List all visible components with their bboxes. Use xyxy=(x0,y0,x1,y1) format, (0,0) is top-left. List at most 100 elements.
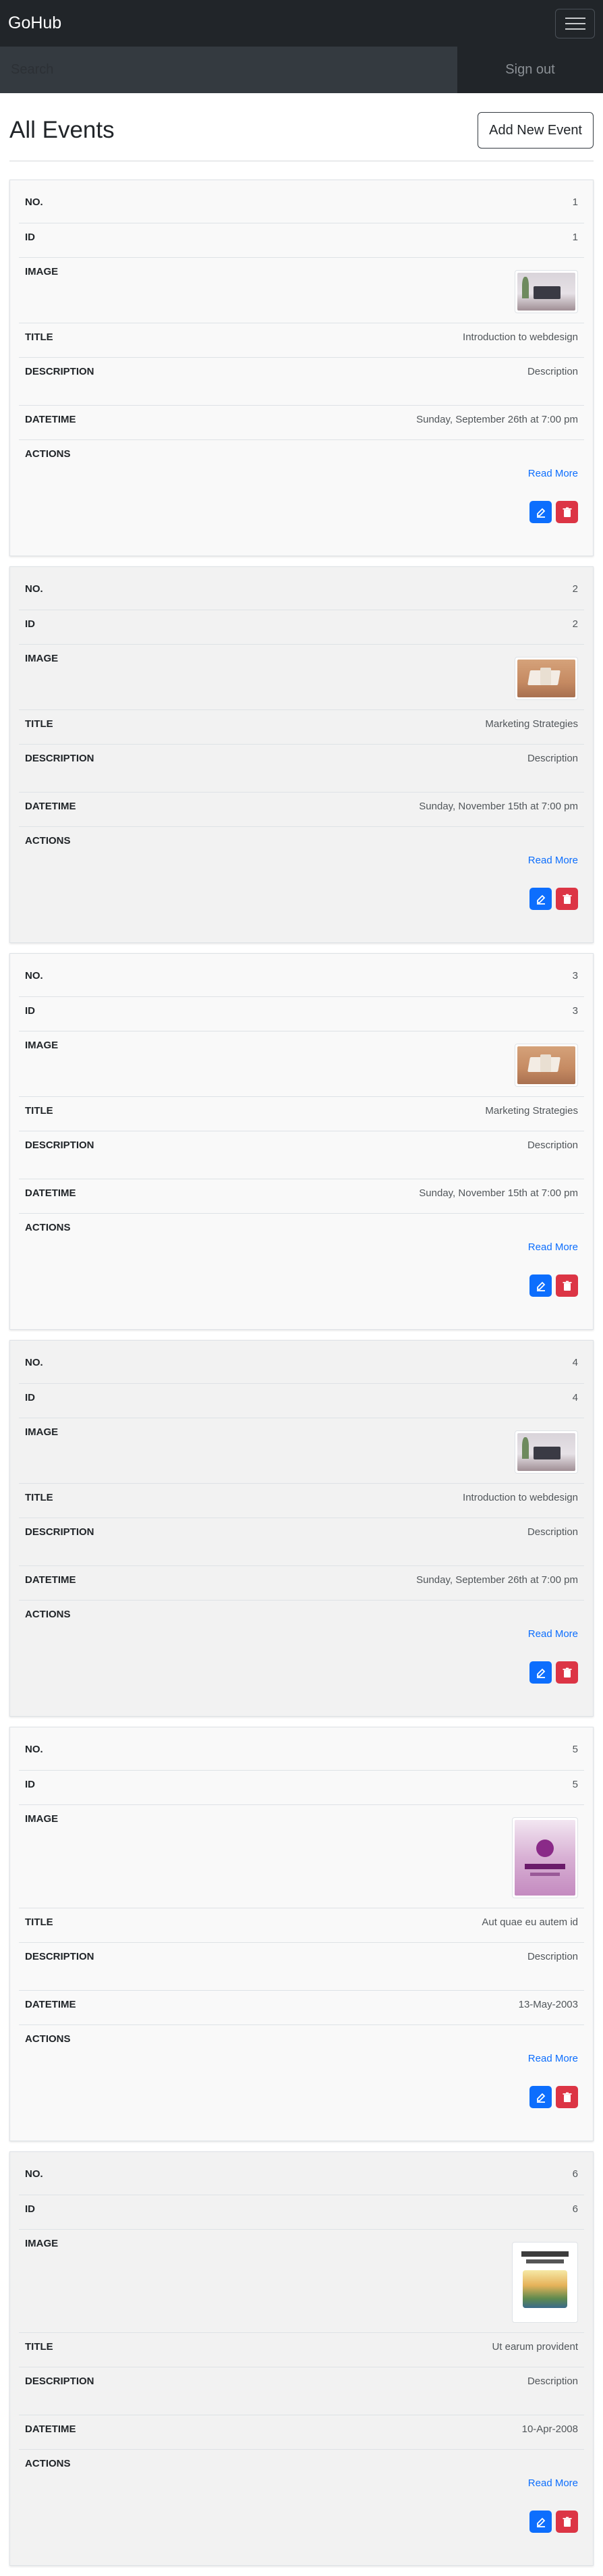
event-title-row: TITLE Ut earum provident xyxy=(19,2332,584,2367)
event-title: Aut quae eu autem id xyxy=(482,1916,578,1928)
label-image: IMAGE xyxy=(25,653,59,664)
label-title: TITLE xyxy=(25,718,53,730)
event-description: Description xyxy=(527,1139,578,1151)
label-no: NO. xyxy=(25,1357,43,1368)
event-title: Ut earum provident xyxy=(492,2341,578,2353)
event-actions-row: ACTIONS Read More xyxy=(19,439,584,556)
label-datetime: DATETIME xyxy=(25,1187,76,1199)
label-description: DESCRIPTION xyxy=(25,366,94,377)
read-more-link[interactable]: Read More xyxy=(528,2477,578,2489)
event-datetime-row: DATETIME Sunday, November 15th at 7:00 pm xyxy=(19,792,584,826)
read-more-link[interactable]: Read More xyxy=(528,468,578,479)
edit-button[interactable] xyxy=(529,501,552,523)
event-description-row: DESCRIPTION Description xyxy=(19,1942,584,1990)
event-card: NO. 6 ID 6 IMAGE TITLE Ut earum provident DESCR… xyxy=(9,2151,594,2566)
event-title: Marketing Strategies xyxy=(485,1105,578,1117)
delete-button[interactable] xyxy=(556,2086,578,2108)
edit-button[interactable] xyxy=(529,2511,552,2533)
event-actions-row: ACTIONS Read More xyxy=(19,1600,584,1716)
read-more-link[interactable]: Read More xyxy=(528,855,578,866)
label-datetime: DATETIME xyxy=(25,2423,76,2435)
navbar-toggler-button[interactable] xyxy=(555,8,595,38)
event-image-row: IMAGE xyxy=(19,257,584,323)
edit-icon xyxy=(536,1281,546,1291)
event-image-row: IMAGE xyxy=(19,1418,584,1483)
label-datetime: DATETIME xyxy=(25,1574,76,1586)
trash-icon xyxy=(562,2092,573,2103)
event-no-row: NO. 3 xyxy=(19,962,584,996)
label-id: ID xyxy=(25,1005,35,1017)
event-id: 4 xyxy=(572,1392,578,1403)
edit-button[interactable] xyxy=(529,888,552,910)
read-more-link[interactable]: Read More xyxy=(528,1628,578,1640)
event-no-row: NO. 1 xyxy=(19,188,584,223)
label-description: DESCRIPTION xyxy=(25,1951,94,1962)
event-description: Description xyxy=(527,1951,578,1962)
label-id: ID xyxy=(25,1392,35,1403)
event-title-row: TITLE Marketing Strategies xyxy=(19,709,584,744)
event-actions-row: ACTIONS Read More xyxy=(19,2449,584,2565)
trash-icon xyxy=(562,1281,573,1291)
delete-button[interactable] xyxy=(556,1661,578,1684)
edit-button[interactable] xyxy=(529,1661,552,1684)
edit-icon xyxy=(536,1667,546,1678)
event-id: 6 xyxy=(572,2203,578,2215)
event-title: Introduction to webdesign xyxy=(463,1492,578,1503)
label-actions: ACTIONS xyxy=(25,1609,71,1620)
brand-logo[interactable]: GoHub xyxy=(8,14,61,33)
event-datetime: Sunday, September 26th at 7:00 pm xyxy=(416,414,578,425)
label-image: IMAGE xyxy=(25,266,59,277)
office-desk-image xyxy=(515,270,578,313)
delete-button[interactable] xyxy=(556,2511,578,2533)
event-datetime: Sunday, November 15th at 7:00 pm xyxy=(419,801,578,812)
calendar-poster-image xyxy=(512,2242,578,2323)
event-no-row: NO. 2 xyxy=(19,575,584,610)
page-header: All Events Add New Event xyxy=(0,111,603,149)
event-datetime: 13-May-2003 xyxy=(518,1999,578,2010)
event-description-row: DESCRIPTION Description xyxy=(19,1518,584,1565)
event-no-row: NO. 6 xyxy=(19,2160,584,2195)
event-description-row: DESCRIPTION Description xyxy=(19,2367,584,2415)
delete-button[interactable] xyxy=(556,1274,578,1297)
label-image: IMAGE xyxy=(25,2238,59,2249)
sign-out-link[interactable]: Sign out xyxy=(457,47,603,93)
event-title-row: TITLE Introduction to webdesign xyxy=(19,1483,584,1518)
event-no: 4 xyxy=(572,1357,578,1368)
add-new-event-button[interactable]: Add New Event xyxy=(478,112,594,149)
event-card: NO. 5 ID 5 IMAGE TITLE Aut quae eu autem id DES… xyxy=(9,1727,594,2141)
label-actions: ACTIONS xyxy=(25,448,71,460)
edit-icon xyxy=(536,894,546,905)
event-description: Description xyxy=(527,1526,578,1538)
event-title-row: TITLE Aut quae eu autem id xyxy=(19,1908,584,1942)
search-input[interactable] xyxy=(0,47,457,93)
read-more-link[interactable]: Read More xyxy=(528,2053,578,2064)
label-actions: ACTIONS xyxy=(25,1222,71,1233)
event-description-row: DESCRIPTION Description xyxy=(19,744,584,792)
edit-icon xyxy=(536,2092,546,2103)
label-title: TITLE xyxy=(25,2341,53,2353)
label-title: TITLE xyxy=(25,1492,53,1503)
label-no: NO. xyxy=(25,196,43,208)
event-no: 3 xyxy=(572,970,578,982)
delete-button[interactable] xyxy=(556,888,578,910)
label-title: TITLE xyxy=(25,331,53,343)
trash-icon xyxy=(562,2517,573,2527)
edit-icon xyxy=(536,2517,546,2527)
edit-button[interactable] xyxy=(529,1274,552,1297)
event-image-row: IMAGE xyxy=(19,1031,584,1096)
event-id-row: ID 1 xyxy=(19,223,584,257)
trash-icon xyxy=(562,894,573,905)
delete-button[interactable] xyxy=(556,501,578,523)
read-more-link[interactable]: Read More xyxy=(528,1241,578,1253)
open-book-image xyxy=(515,657,578,700)
event-title: Marketing Strategies xyxy=(485,718,578,730)
event-datetime-row: DATETIME 13-May-2003 xyxy=(19,1990,584,2024)
edit-button[interactable] xyxy=(529,2086,552,2108)
event-datetime-row: DATETIME Sunday, November 15th at 7:00 pm xyxy=(19,1179,584,1213)
event-id-row: ID 4 xyxy=(19,1383,584,1418)
event-card: NO. 3 ID 3 IMAGE TITLE Marketing Strategies DES… xyxy=(9,953,594,1330)
event-datetime-row: DATETIME Sunday, September 26th at 7:00 p… xyxy=(19,1565,584,1600)
event-description-row: DESCRIPTION Description xyxy=(19,1131,584,1179)
event-title-row: TITLE Marketing Strategies xyxy=(19,1096,584,1131)
event-no: 5 xyxy=(572,1744,578,1755)
